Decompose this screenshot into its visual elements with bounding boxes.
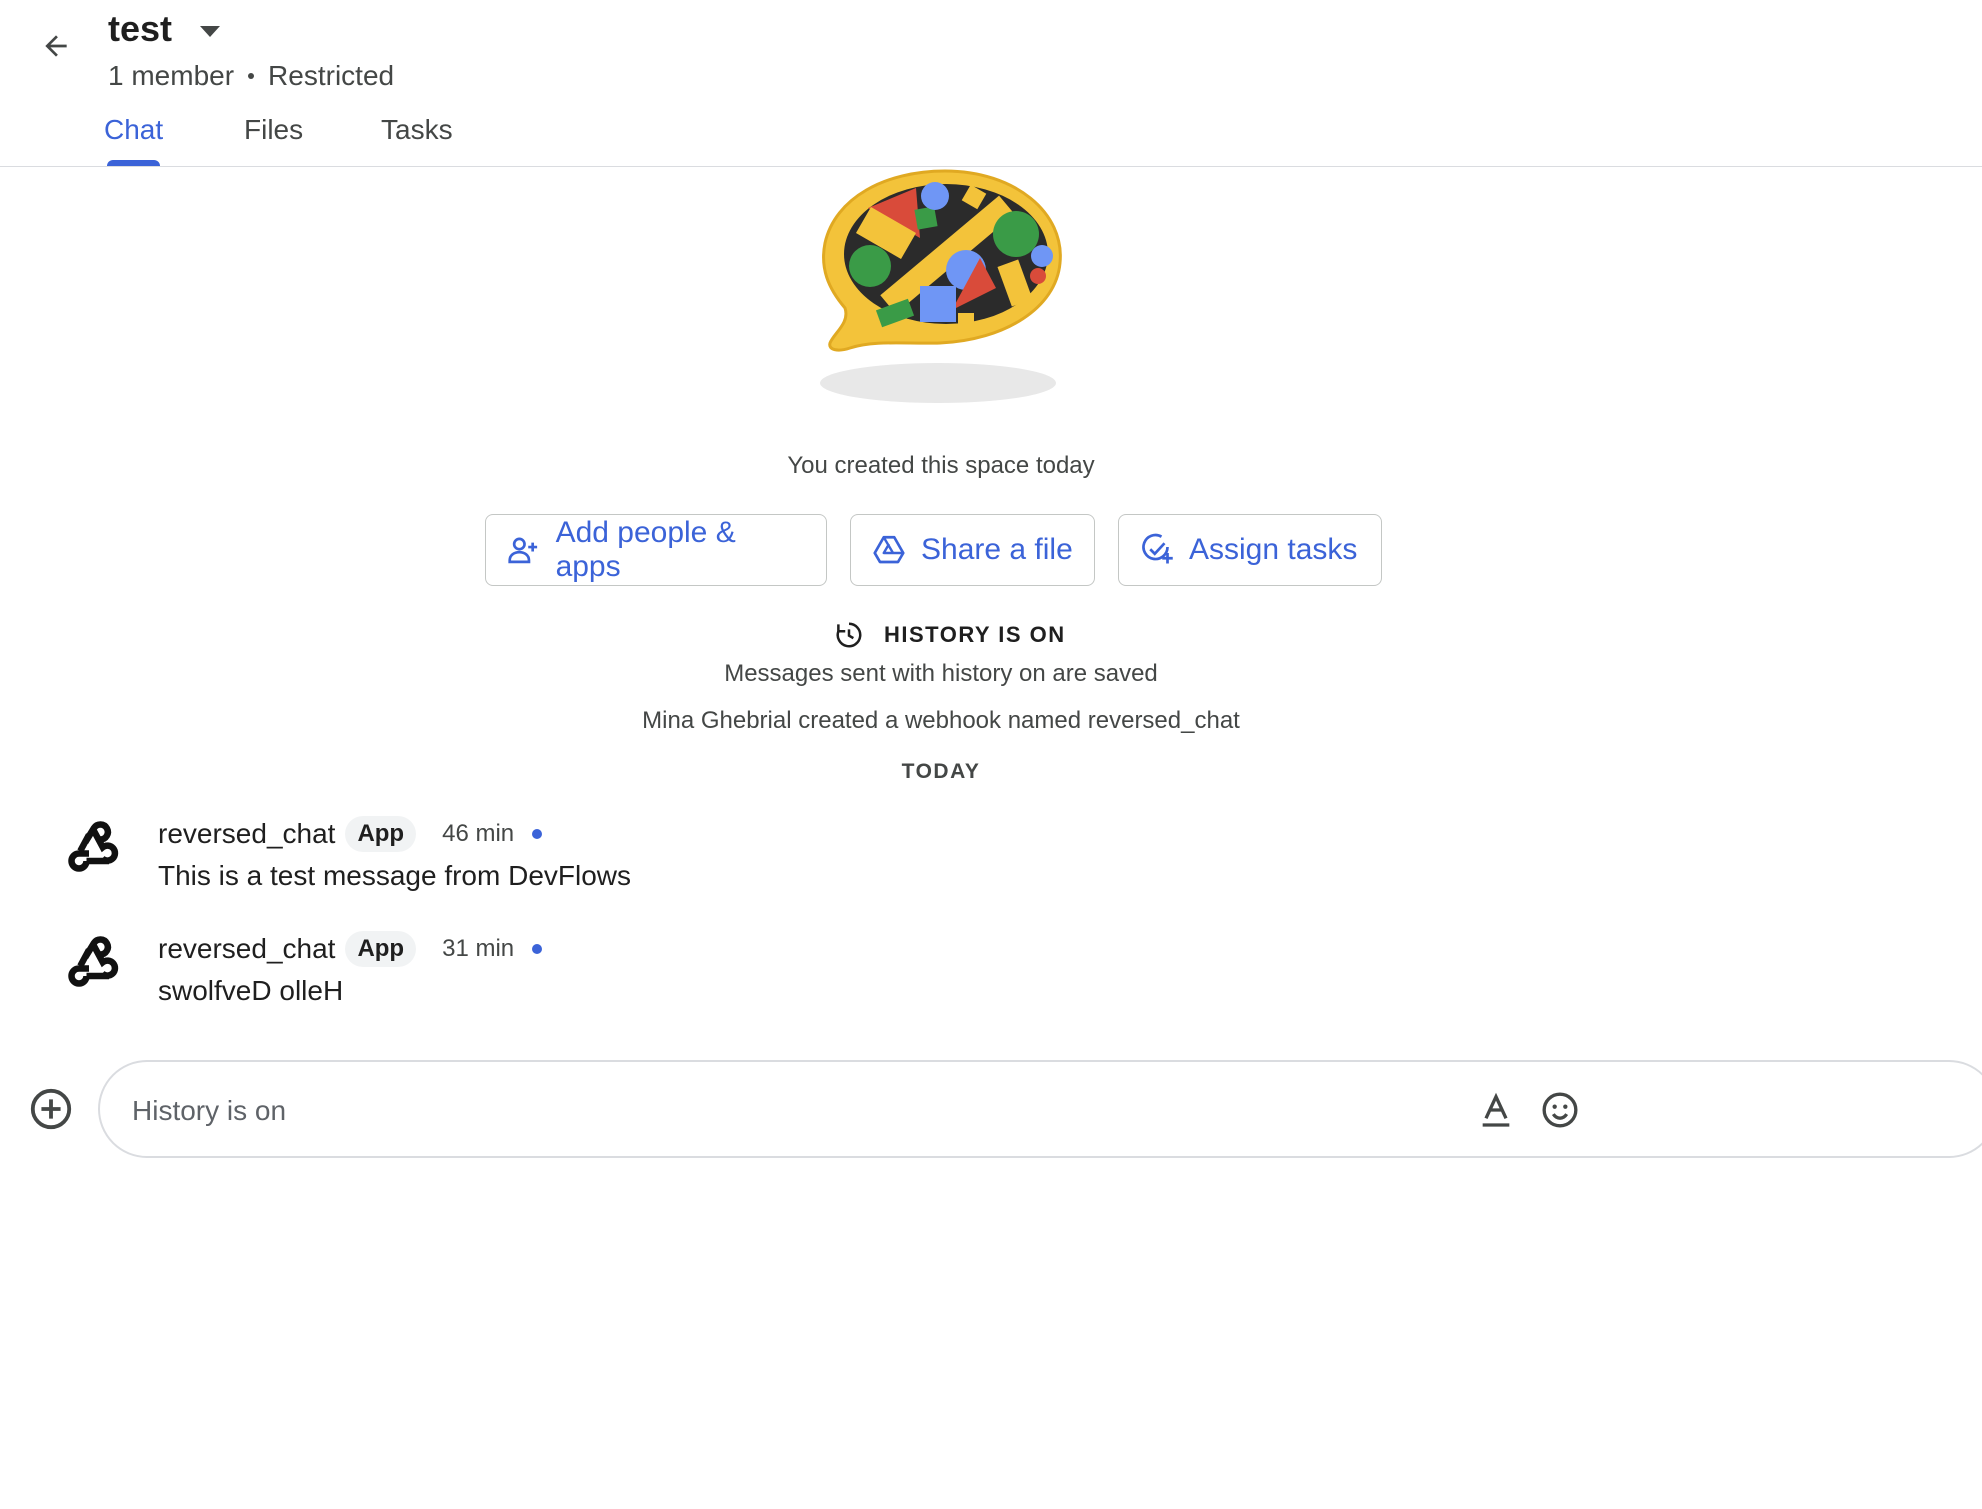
- webhook-icon: [68, 821, 119, 872]
- assign-tasks-label: Assign tasks: [1189, 533, 1358, 566]
- assign-tasks-button[interactable]: Assign tasks: [1118, 514, 1382, 586]
- chat-bubble-illustration: [820, 169, 1062, 403]
- person-add-icon: [508, 537, 538, 564]
- history-title: HISTORY IS ON: [884, 622, 1066, 647]
- message-text: swolfveD olleH: [158, 975, 344, 1006]
- emoji-icon[interactable]: [1540, 1090, 1580, 1130]
- caret-down-icon[interactable]: [200, 25, 221, 37]
- drive-icon: [873, 535, 905, 564]
- space-created-note: You created this space today: [787, 452, 1095, 479]
- back-button[interactable]: [36, 26, 76, 66]
- arrow-left-icon: [45, 35, 67, 57]
- message-header: reversed_chat App 46 min: [158, 816, 543, 852]
- message-time: 31 min: [442, 935, 515, 962]
- history-subtitle: Messages sent with history on are saved: [724, 660, 1158, 687]
- message-time: 46 min: [442, 820, 515, 847]
- app-badge: App: [345, 816, 417, 852]
- history-status: HISTORY IS ON: [834, 620, 1066, 650]
- message-composer: [98, 1060, 1982, 1158]
- tab-chat[interactable]: Chat: [104, 114, 163, 146]
- share-file-button[interactable]: Share a file: [850, 514, 1095, 586]
- share-file-label: Share a file: [921, 533, 1073, 566]
- active-tab-indicator: [107, 160, 160, 166]
- plus-circle-icon[interactable]: [28, 1086, 74, 1132]
- tab-tasks[interactable]: Tasks: [381, 114, 453, 146]
- message-text: This is a test message from DevFlows: [158, 860, 632, 891]
- sender-name[interactable]: reversed_chat: [158, 818, 335, 850]
- separator-dot: [248, 73, 255, 79]
- space-title: test: [108, 8, 173, 49]
- add-people-apps-button[interactable]: Add people & apps: [485, 514, 827, 586]
- webhook-created-note: Mina Ghebrial created a webhook named re…: [642, 707, 1240, 734]
- add-people-apps-label: Add people & apps: [555, 516, 736, 583]
- message-input[interactable]: [130, 1090, 1434, 1132]
- text-format-icon[interactable]: [1476, 1090, 1516, 1130]
- date-divider: TODAY: [901, 760, 981, 783]
- space-title-group[interactable]: test: [108, 8, 221, 50]
- sender-name[interactable]: reversed_chat: [158, 933, 335, 965]
- unread-dot: [532, 944, 543, 954]
- member-count: 1 member: [108, 60, 235, 91]
- webhook-icon: [68, 936, 119, 987]
- tab-files[interactable]: Files: [244, 114, 303, 146]
- space-subtitle: 1 member Restricted: [108, 60, 394, 92]
- message-header: reversed_chat App 31 min: [158, 931, 543, 967]
- tab-bar: Chat Files Tasks: [0, 110, 1982, 167]
- unread-dot: [532, 829, 543, 839]
- access-level: Restricted: [268, 60, 395, 91]
- task-add-icon: [1142, 533, 1173, 564]
- app-badge: App: [345, 931, 417, 967]
- history-icon: [836, 622, 862, 648]
